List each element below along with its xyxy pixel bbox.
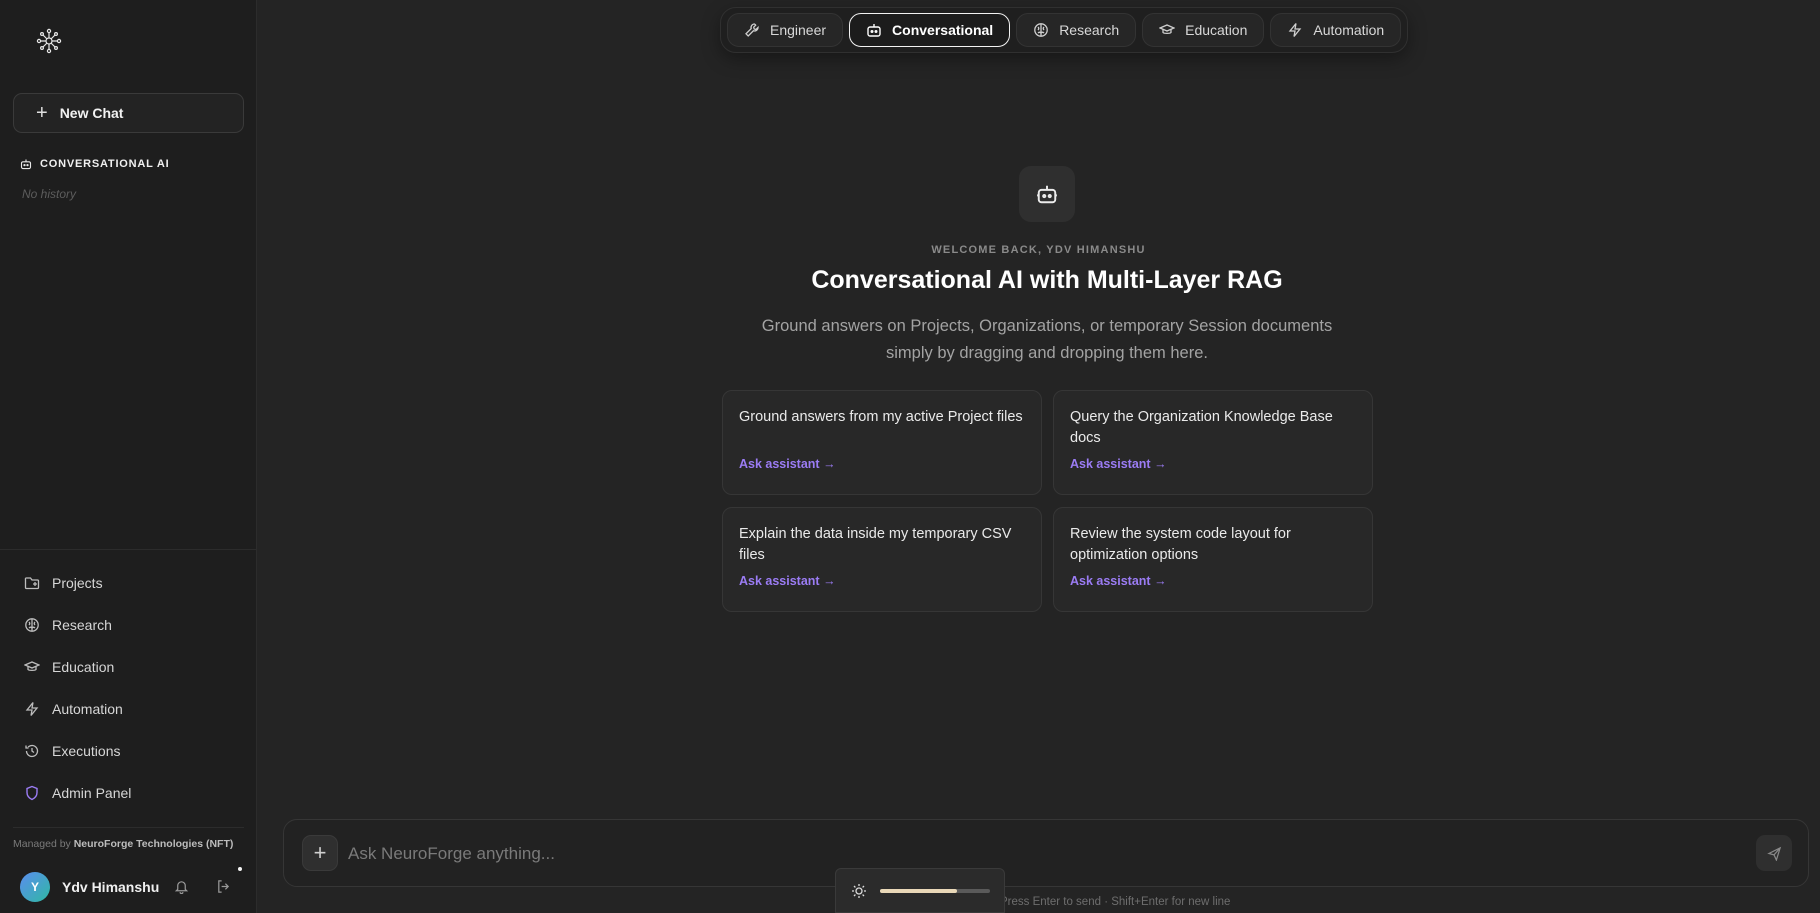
sidebar-item-research[interactable]: Research bbox=[13, 604, 244, 646]
card-text: Review the system code layout for optimi… bbox=[1070, 526, 1291, 563]
send-button[interactable] bbox=[1756, 835, 1792, 871]
sidebar: + New Chat CONVERSATIONAL AI No history … bbox=[0, 0, 257, 913]
no-history-text: No history bbox=[22, 187, 77, 201]
tab-conversational[interactable]: Conversational bbox=[849, 13, 1011, 47]
robot-icon bbox=[20, 159, 32, 170]
section-header: CONVERSATIONAL AI bbox=[20, 158, 170, 170]
chat-composer: + bbox=[283, 819, 1809, 887]
bot-avatar bbox=[1019, 166, 1075, 222]
section-title: CONVERSATIONAL AI bbox=[40, 158, 170, 170]
sidebar-nav: Projects Research Education Automation E… bbox=[13, 562, 244, 814]
tab-label: Engineer bbox=[770, 22, 827, 38]
welcome-text: WELCOME BACK, YDV HIMANSHU bbox=[931, 244, 1146, 256]
sidebar-item-education[interactable]: Education bbox=[13, 646, 244, 688]
card-text: Query the Organization Knowledge Base do… bbox=[1070, 409, 1333, 446]
new-chat-button[interactable]: + New Chat bbox=[13, 93, 244, 133]
robot-icon bbox=[867, 24, 881, 37]
sidebar-item-label: Education bbox=[52, 659, 115, 675]
graduation-cap-icon bbox=[24, 661, 40, 672]
chat-input[interactable] bbox=[348, 838, 1668, 870]
managed-org: NeuroForge Technologies (NFT) bbox=[73, 838, 234, 850]
ask-assistant-link[interactable]: Ask assistant → bbox=[739, 457, 1025, 471]
lightning-icon bbox=[25, 702, 39, 716]
ask-assistant-link[interactable]: Ask assistant → bbox=[1070, 574, 1356, 588]
graduation-cap-icon bbox=[1159, 24, 1176, 35]
brain-icon bbox=[25, 618, 39, 632]
brightness-widget bbox=[835, 868, 1005, 913]
tab-research[interactable]: Research bbox=[1016, 13, 1137, 47]
brain-icon bbox=[1034, 23, 1049, 37]
sun-icon bbox=[852, 884, 866, 898]
card-text: Ground answers from my active Project fi… bbox=[739, 409, 1023, 425]
card-text: Explain the data inside my temporary CSV… bbox=[739, 526, 1012, 563]
tab-automation[interactable]: Automation bbox=[1270, 13, 1402, 47]
ask-assistant-link[interactable]: Ask assistant → bbox=[1070, 457, 1356, 471]
sidebar-item-executions[interactable]: Executions bbox=[13, 730, 244, 772]
plus-icon: + bbox=[313, 840, 327, 865]
shield-icon bbox=[26, 785, 38, 801]
tab-label: Education bbox=[1185, 22, 1248, 38]
tab-education[interactable]: Education bbox=[1142, 13, 1265, 47]
logout-icon[interactable] bbox=[216, 879, 231, 894]
plus-icon: + bbox=[36, 102, 48, 124]
suggestion-card[interactable]: Ground answers from my active Project fi… bbox=[722, 390, 1042, 495]
divider bbox=[13, 827, 244, 828]
user-row: Y Ydv Himanshu bbox=[20, 871, 244, 903]
attach-button[interactable]: + bbox=[302, 835, 338, 871]
tab-label: Research bbox=[1059, 22, 1120, 38]
input-hint: Press Enter to send · Shift+Enter for ne… bbox=[1000, 896, 1231, 908]
app-logo-icon[interactable] bbox=[34, 26, 64, 56]
page-subtitle: Ground answers on Projects, Organization… bbox=[761, 317, 1333, 362]
sidebar-item-label: Projects bbox=[52, 575, 103, 591]
page-title: Conversational AI with Multi-Layer RAG bbox=[811, 266, 1283, 294]
tab-label: Automation bbox=[1313, 22, 1385, 38]
brightness-slider-fill bbox=[880, 889, 957, 893]
send-icon bbox=[1766, 846, 1781, 861]
tab-label: Conversational bbox=[892, 22, 994, 38]
avatar[interactable]: Y bbox=[20, 872, 50, 902]
managed-prefix: Managed by bbox=[13, 838, 71, 850]
tab-engineer[interactable]: Engineer bbox=[727, 13, 844, 47]
folder-icon bbox=[24, 577, 40, 590]
managed-by-text: Managed by NeuroForge Technologies (NFT) bbox=[13, 838, 233, 850]
sidebar-item-admin-panel[interactable]: Admin Panel bbox=[13, 772, 244, 814]
brightness-slider[interactable] bbox=[880, 889, 990, 893]
sidebar-item-automation[interactable]: Automation bbox=[13, 688, 244, 730]
wrench-icon bbox=[745, 23, 759, 37]
sidebar-item-label: Automation bbox=[52, 701, 123, 717]
mode-tabs: Engineer Conversational Research Educati… bbox=[720, 7, 1409, 53]
status-dot bbox=[236, 865, 244, 873]
new-chat-label: New Chat bbox=[59, 105, 124, 121]
suggestion-card[interactable]: Explain the data inside my temporary CSV… bbox=[722, 507, 1042, 612]
user-name[interactable]: Ydv Himanshu bbox=[62, 879, 159, 895]
sidebar-item-label: Executions bbox=[52, 743, 121, 759]
bell-icon[interactable] bbox=[174, 879, 189, 894]
lightning-icon bbox=[1289, 23, 1302, 37]
sidebar-item-projects[interactable]: Projects bbox=[13, 562, 244, 604]
sidebar-item-label: Research bbox=[52, 617, 112, 633]
robot-icon bbox=[1037, 185, 1057, 204]
divider bbox=[0, 549, 257, 550]
history-icon bbox=[25, 744, 39, 758]
suggestion-card[interactable]: Review the system code layout for optimi… bbox=[1053, 507, 1373, 612]
suggestion-card[interactable]: Query the Organization Knowledge Base do… bbox=[1053, 390, 1373, 495]
sidebar-item-label: Admin Panel bbox=[52, 785, 132, 801]
ask-assistant-link[interactable]: Ask assistant → bbox=[739, 574, 1025, 588]
